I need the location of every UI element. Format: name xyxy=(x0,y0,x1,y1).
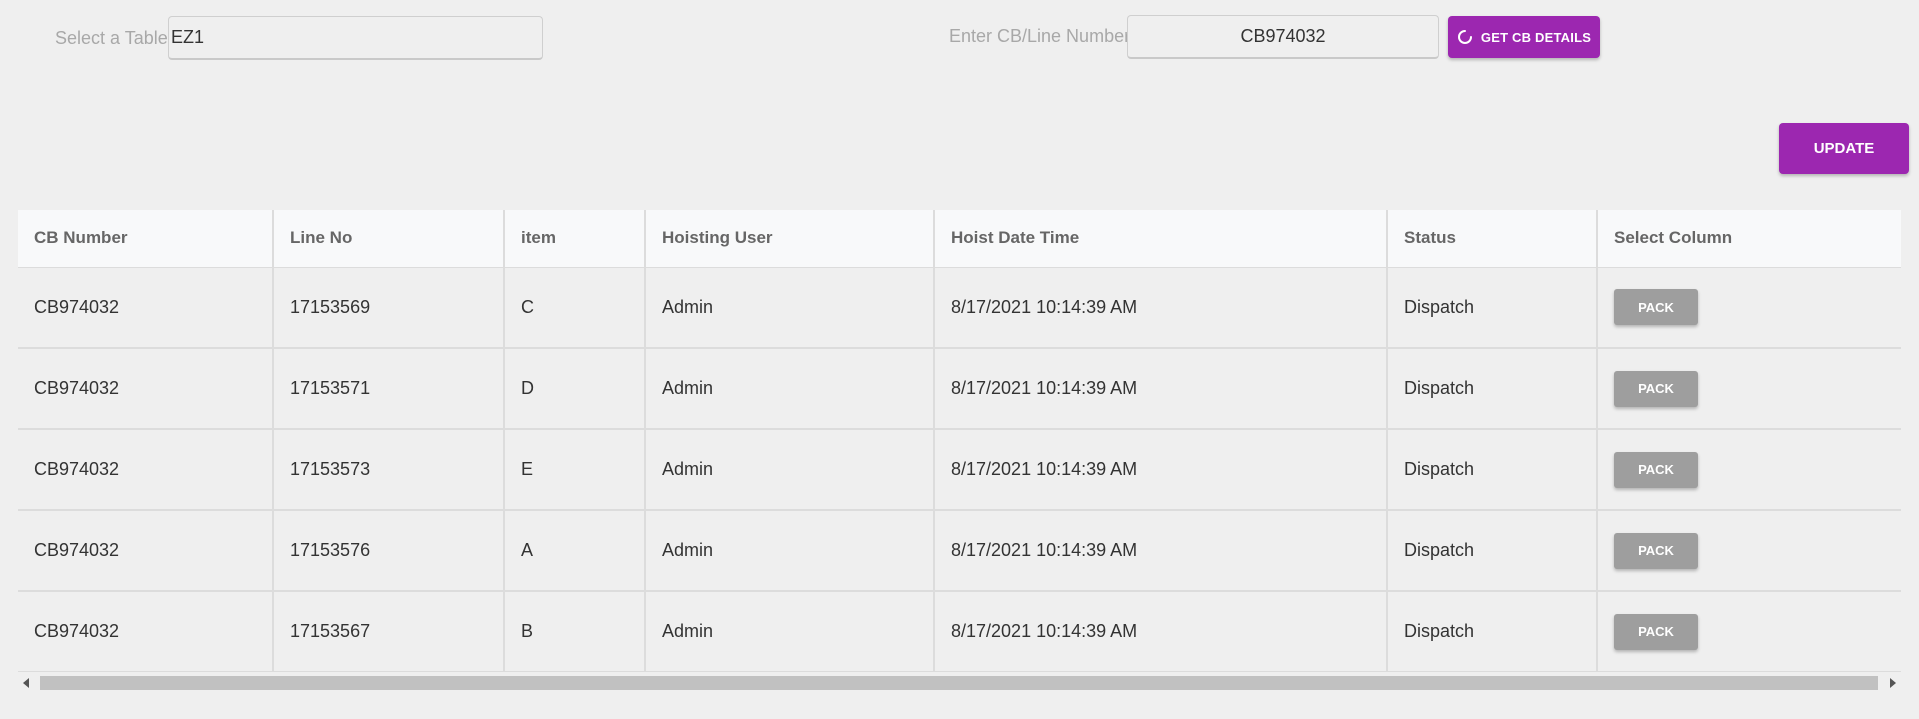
cb-line-number-label: Enter CB/Line Number: xyxy=(949,26,1136,46)
scrollbar-thumb[interactable] xyxy=(40,676,1878,690)
cell-cb-number: CB974032 xyxy=(18,348,274,430)
cell-item: B xyxy=(504,591,646,672)
cell-cb-number: CB974032 xyxy=(18,429,274,511)
pack-button[interactable]: PACK xyxy=(1614,370,1698,407)
column-header-hoisting-user[interactable]: Hoisting User xyxy=(645,210,935,268)
cell-hoist-date-time: 8/17/2021 10:14:39 AM xyxy=(934,348,1388,430)
cell-cb-number: CB974032 xyxy=(18,510,274,592)
cell-hoist-date-time: 8/17/2021 10:14:39 AM xyxy=(934,267,1388,349)
data-grid: CB Number Line No item Hoisting User Hoi… xyxy=(18,210,1901,672)
column-header-item[interactable]: item xyxy=(504,210,646,268)
table-row[interactable]: CB974032 17153573 E Admin 8/17/2021 10:1… xyxy=(18,429,1901,511)
cell-hoisting-user: Admin xyxy=(645,510,935,592)
cell-hoisting-user: Admin xyxy=(645,591,935,672)
pack-button[interactable]: PACK xyxy=(1614,613,1698,650)
cell-hoisting-user: Admin xyxy=(645,348,935,430)
column-header-line-no[interactable]: Line No xyxy=(273,210,505,268)
data-table: CB Number Line No item Hoisting User Hoi… xyxy=(18,210,1901,672)
cell-line-no: 17153571 xyxy=(273,348,505,430)
pack-button[interactable]: PACK xyxy=(1614,289,1698,326)
pack-button[interactable]: PACK xyxy=(1614,532,1698,569)
cell-hoist-date-time: 8/17/2021 10:14:39 AM xyxy=(934,429,1388,511)
cell-status: Dispatch xyxy=(1387,429,1598,511)
update-button[interactable]: UPDATE xyxy=(1779,123,1909,174)
cell-cb-number: CB974032 xyxy=(18,591,274,672)
cb-line-number-input[interactable] xyxy=(1127,15,1439,59)
column-header-status[interactable]: Status xyxy=(1387,210,1598,268)
get-cb-details-button[interactable]: GET CB DETAILS xyxy=(1448,16,1600,58)
table-header-row: CB Number Line No item Hoisting User Hoi… xyxy=(18,210,1901,268)
cell-item: C xyxy=(504,267,646,349)
horizontal-scrollbar[interactable] xyxy=(18,674,1901,692)
cell-hoisting-user: Admin xyxy=(645,429,935,511)
column-header-hoist-date-time[interactable]: Hoist Date Time xyxy=(934,210,1388,268)
cell-select-column: PACK xyxy=(1597,510,1901,592)
cell-select-column: PACK xyxy=(1597,348,1901,430)
table-row[interactable]: CB974032 17153576 A Admin 8/17/2021 10:1… xyxy=(18,510,1901,592)
cell-status: Dispatch xyxy=(1387,591,1598,672)
table-row[interactable]: CB974032 17153567 B Admin 8/17/2021 10:1… xyxy=(18,591,1901,672)
cell-select-column: PACK xyxy=(1597,591,1901,672)
scroll-left-arrow-icon[interactable] xyxy=(23,678,29,688)
cell-hoisting-user: Admin xyxy=(645,267,935,349)
table-row[interactable]: CB974032 17153569 C Admin 8/17/2021 10:1… xyxy=(18,267,1901,349)
cell-item: D xyxy=(504,348,646,430)
cell-cb-number: CB974032 xyxy=(18,267,274,349)
table-select-label: Select a Table xyxy=(55,28,168,48)
cell-select-column: PACK xyxy=(1597,429,1901,511)
pack-button[interactable]: PACK xyxy=(1614,451,1698,488)
cell-status: Dispatch xyxy=(1387,348,1598,430)
cell-status: Dispatch xyxy=(1387,267,1598,349)
table-row[interactable]: CB974032 17153571 D Admin 8/17/2021 10:1… xyxy=(18,348,1901,430)
cell-line-no: 17153569 xyxy=(273,267,505,349)
cell-item: A xyxy=(504,510,646,592)
scroll-right-arrow-icon[interactable] xyxy=(1890,678,1896,688)
cell-hoist-date-time: 8/17/2021 10:14:39 AM xyxy=(934,591,1388,672)
cell-line-no: 17153573 xyxy=(273,429,505,511)
cell-line-no: 17153567 xyxy=(273,591,505,672)
cell-line-no: 17153576 xyxy=(273,510,505,592)
cell-status: Dispatch xyxy=(1387,510,1598,592)
loading-spinner-icon xyxy=(1457,29,1473,45)
table-select-input[interactable] xyxy=(168,16,543,60)
column-header-cb-number[interactable]: CB Number xyxy=(18,210,274,268)
column-header-select-column[interactable]: Select Column xyxy=(1597,210,1901,268)
cell-select-column: PACK xyxy=(1597,267,1901,349)
get-cb-details-label: GET CB DETAILS xyxy=(1480,29,1592,45)
cell-hoist-date-time: 8/17/2021 10:14:39 AM xyxy=(934,510,1388,592)
cell-item: E xyxy=(504,429,646,511)
